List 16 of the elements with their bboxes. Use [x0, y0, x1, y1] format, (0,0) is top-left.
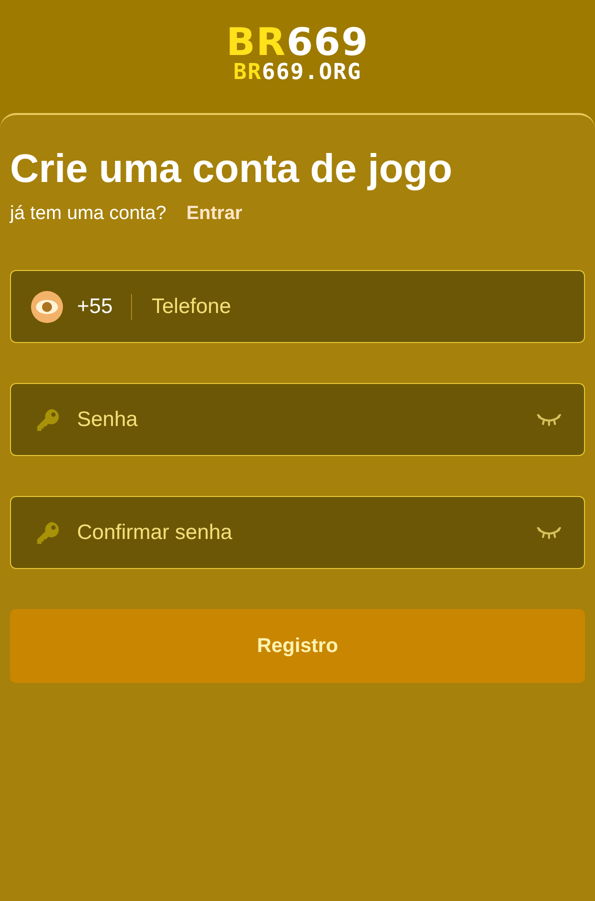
- password-field[interactable]: Confirmar senha: [10, 496, 585, 569]
- password-input[interactable]: Senha: [75, 406, 522, 432]
- country-code: +55: [77, 294, 113, 318]
- closed-eye-icon[interactable]: [536, 526, 562, 540]
- page-title: Crie uma conta de jogo: [10, 146, 454, 193]
- key-icon: [35, 406, 61, 432]
- logo-domain: BR669.ORG: [233, 60, 362, 84]
- key-icon: [35, 520, 61, 546]
- password-input[interactable]: Confirmar senha: [75, 520, 522, 546]
- phone-field[interactable]: +55 Telefone: [10, 270, 585, 343]
- closed-eye-icon[interactable]: [536, 412, 562, 426]
- phone-input[interactable]: Telefone: [150, 294, 562, 320]
- password-field[interactable]: Senha: [10, 383, 585, 456]
- login-prompt: já tem uma conta?: [10, 203, 166, 225]
- logo: BR669: [226, 22, 369, 60]
- login-link[interactable]: Entrar: [186, 203, 242, 225]
